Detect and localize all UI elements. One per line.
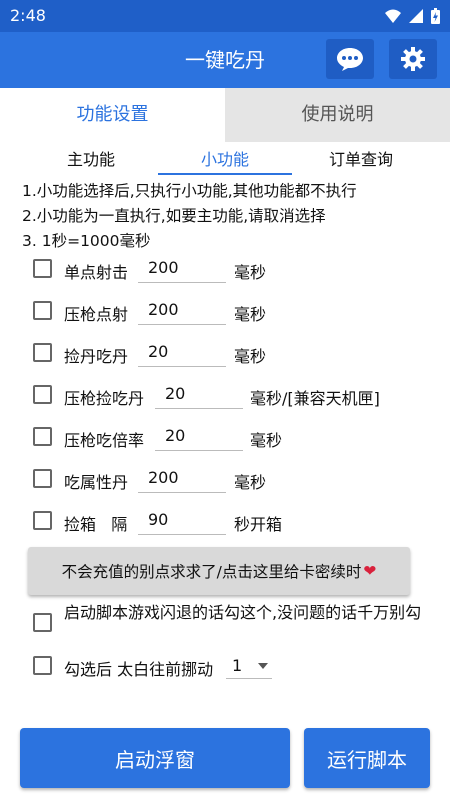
option-unit: 毫秒 (234, 347, 267, 366)
recharge-button[interactable]: 不会充值的别点求求了/点击这里给卡密续时 ❤ (28, 547, 410, 595)
select-value: 1 (232, 656, 243, 675)
attribute-pill-checkbox[interactable] (33, 469, 52, 488)
option-label: 捡丹吃丹 (64, 347, 129, 366)
recoil-shot-interval-input[interactable]: 200 (138, 295, 226, 325)
option-unit: 毫秒 (234, 473, 267, 492)
recharge-label: 不会充值的别点求求了/点击这里给卡密续时 (61, 563, 362, 581)
app-title: 一键吃丹 (185, 48, 265, 72)
start-float-window-button[interactable]: 启动浮窗 (20, 728, 290, 788)
recoil-shot-checkbox[interactable] (33, 301, 52, 320)
subtab-order-query[interactable]: 订单查询 (296, 146, 426, 170)
recoil-pick-eat-interval-input[interactable]: 20 (155, 379, 243, 409)
top-tabs: 功能设置 使用说明 (0, 88, 450, 142)
note-line: 3. 1秒=1000毫秒 (22, 232, 151, 250)
option-recoil-pick-eat: 压枪捡吃丹 20 毫秒/[兼容天机匣] (0, 376, 450, 416)
app-bar: 一键吃丹 (0, 32, 450, 88)
tab-instructions[interactable]: 使用说明 (225, 88, 450, 142)
option-unit: 毫秒 (234, 305, 267, 324)
single-shot-interval-input[interactable]: 200 (138, 253, 226, 283)
recoil-multiplier-interval-input[interactable]: 20 (155, 421, 243, 451)
option-label: 压枪捡吃丹 (64, 389, 145, 408)
single-shot-checkbox[interactable] (33, 259, 52, 278)
option-crash-fix: 启动脚本游戏闪退的话勾这个,没问题的话千万别勾 (0, 602, 450, 646)
signal-icon (409, 9, 423, 23)
status-bar: 2:48 (0, 0, 450, 32)
wifi-icon (385, 9, 401, 23)
status-icons (385, 8, 440, 24)
chat-button[interactable] (326, 39, 374, 79)
run-script-button[interactable]: 运行脚本 (304, 728, 430, 788)
battery-icon (431, 8, 440, 24)
crash-fix-label: 启动脚本游戏闪退的话勾这个,没问题的话千万别勾 (64, 603, 422, 622)
option-label: 压枪吃倍率 (64, 431, 145, 450)
taibai-move-checkbox[interactable] (33, 656, 52, 675)
chevron-down-icon (258, 663, 268, 669)
heart-icon: ❤ (363, 562, 377, 580)
subtab-small-function[interactable]: 小功能 (160, 146, 290, 170)
taibai-move-label: 勾选后 太白往前挪动 (64, 660, 214, 679)
option-unit: 毫秒 (250, 431, 283, 450)
note-line: 2.小功能为一直执行,如要主功能,请取消选择 (22, 207, 326, 225)
pick-eat-pill-checkbox[interactable] (33, 343, 52, 362)
crash-fix-checkbox[interactable] (33, 613, 52, 632)
option-label: 单点射击 (64, 263, 129, 282)
settings-button[interactable] (389, 39, 437, 79)
option-label: 捡箱 隔 (64, 515, 128, 534)
option-pick-box: 捡箱 隔 90 秒开箱 (0, 502, 450, 542)
option-single-shot: 单点射击 200 毫秒 (0, 250, 450, 290)
option-unit: 秒开箱 (234, 515, 283, 534)
pick-eat-pill-interval-input[interactable]: 20 (138, 337, 226, 367)
active-tab-indicator (158, 173, 292, 175)
option-recoil-multiplier: 压枪吃倍率 20 毫秒 (0, 418, 450, 458)
sub-tabs: 主功能 小功能 订单查询 (0, 146, 450, 176)
attribute-pill-interval-input[interactable]: 200 (138, 463, 226, 493)
recoil-pick-eat-checkbox[interactable] (33, 385, 52, 404)
option-label: 吃属性丹 (64, 473, 129, 492)
recoil-multiplier-checkbox[interactable] (33, 427, 52, 446)
pick-box-interval-input[interactable]: 90 (138, 505, 226, 535)
option-attribute-pill: 吃属性丹 200 毫秒 (0, 460, 450, 500)
note-line: 1.小功能选择后,只执行小功能,其他功能都不执行 (22, 182, 357, 200)
option-pick-eat-pill: 捡丹吃丹 20 毫秒 (0, 334, 450, 374)
option-recoil-shot: 压枪点射 200 毫秒 (0, 292, 450, 332)
chat-icon (337, 48, 363, 71)
status-time: 2:48 (10, 6, 46, 25)
option-taibai-move: 勾选后 太白往前挪动 (0, 647, 450, 687)
option-label: 压枪点射 (64, 305, 129, 324)
taibai-move-select[interactable]: 1 (226, 653, 272, 679)
option-unit: 毫秒/[兼容天机匣] (250, 389, 380, 408)
gear-icon (401, 47, 425, 71)
subtab-main-function[interactable]: 主功能 (26, 146, 156, 170)
option-unit: 毫秒 (234, 263, 267, 282)
tab-function-settings[interactable]: 功能设置 (0, 88, 225, 142)
pick-box-checkbox[interactable] (33, 511, 52, 530)
